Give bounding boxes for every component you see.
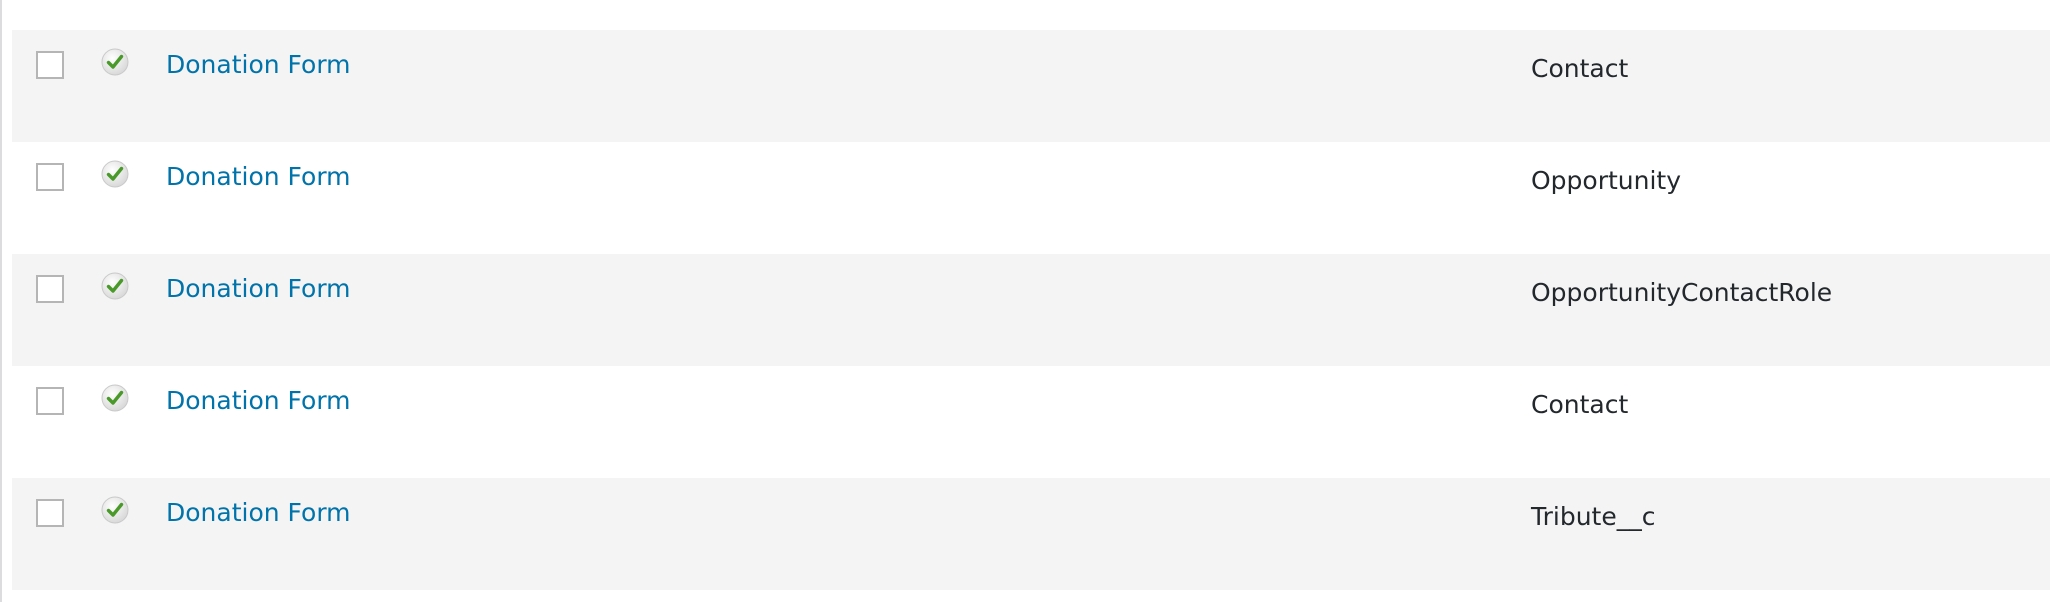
row-select-checkbox[interactable] [36,387,64,415]
check-circle-icon [100,383,130,413]
form-title-link[interactable]: Donation Form [166,498,351,528]
row-select-checkbox[interactable] [36,163,64,191]
table-row: Donation Form Tribute__c [12,478,2050,590]
row-select-checkbox[interactable] [36,499,64,527]
object-name: Contact [1531,390,1629,419]
check-circle-icon [100,159,130,189]
row-select-checkbox[interactable] [36,51,64,79]
left-border [0,0,2,602]
table-row: Donation Form OpportunityContactRole [12,254,2050,366]
form-title-link[interactable]: Donation Form [166,50,351,80]
form-title-link[interactable]: Donation Form [166,386,351,416]
form-title-link[interactable]: Donation Form [166,274,351,304]
object-name: Contact [1531,54,1629,83]
check-circle-icon [100,47,130,77]
row-select-checkbox[interactable] [36,275,64,303]
check-circle-icon [100,495,130,525]
table-row: Donation Form Opportunity [12,142,2050,254]
form-title-link[interactable]: Donation Form [166,162,351,192]
object-name: Tribute__c [1531,502,1656,531]
check-circle-icon [100,271,130,301]
table-row: Donation Form Contact [12,30,2050,142]
object-name: OpportunityContactRole [1531,278,1833,307]
object-name: Opportunity [1531,166,1682,195]
forms-table: Donation Form Contact Donation Form Oppo… [12,30,2050,590]
table-row: Donation Form Contact [12,366,2050,478]
